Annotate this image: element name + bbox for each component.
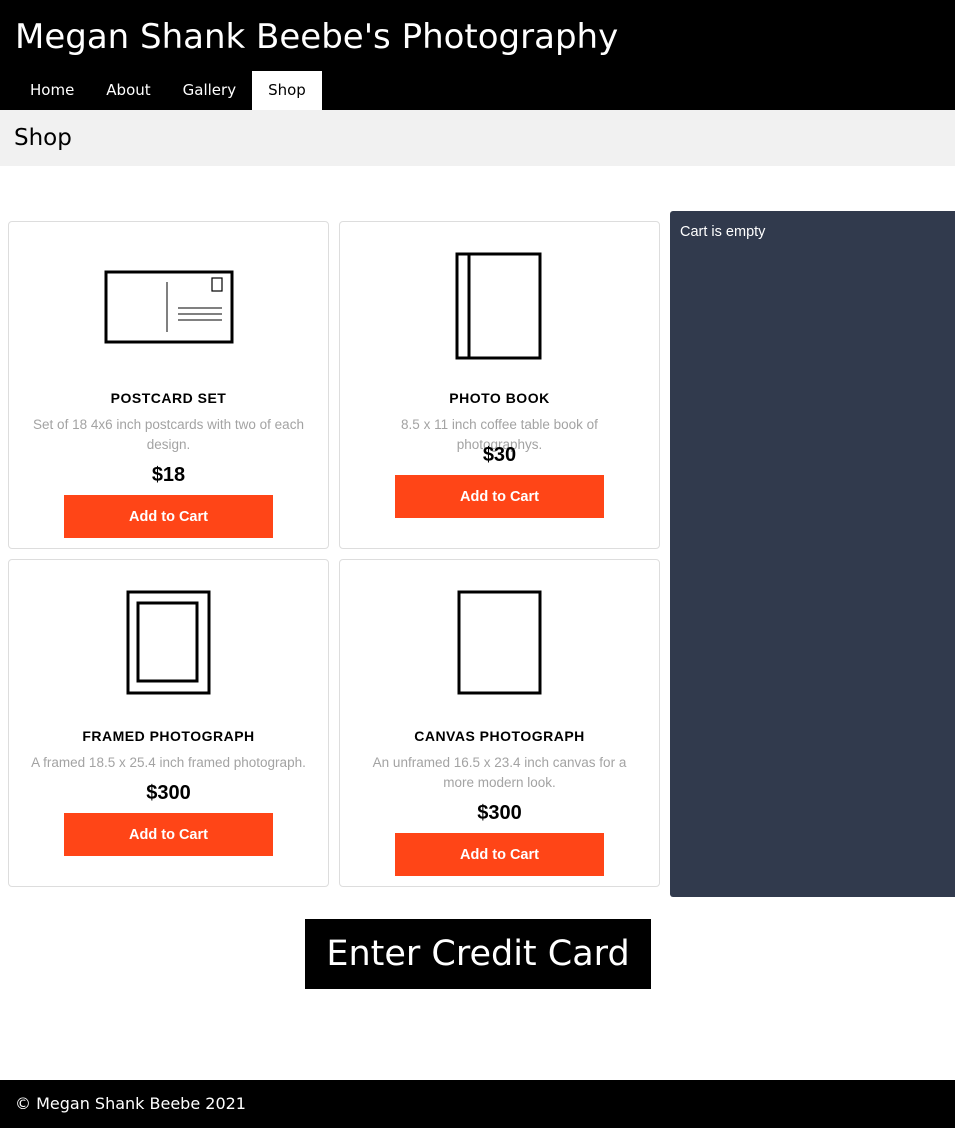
nav-item-gallery[interactable]: Gallery	[167, 71, 252, 110]
product-title: CANVAS PHOTOGRAPH	[414, 728, 585, 744]
product-title: FRAMED PHOTOGRAPH	[82, 728, 255, 744]
photo-book-icon	[340, 252, 659, 360]
nav-item-shop[interactable]: Shop	[252, 71, 322, 110]
product-card-framed-photograph: FRAMED PHOTOGRAPH A framed 18.5 x 25.4 i…	[8, 559, 329, 887]
canvas-icon	[340, 590, 659, 696]
add-to-cart-button[interactable]: Add to Cart	[395, 475, 604, 518]
page-heading-bar: Shop	[0, 110, 955, 166]
nav-item-about[interactable]: About	[90, 71, 166, 110]
postcard-icon	[9, 270, 328, 344]
product-price: $300	[477, 802, 522, 824]
page-title: Shop	[14, 125, 72, 151]
site-footer: © Megan Shank Beebe 2021	[0, 1080, 955, 1128]
enter-credit-card-button[interactable]: Enter Credit Card	[305, 919, 651, 989]
nav-item-home[interactable]: Home	[14, 71, 90, 110]
product-title: POSTCARD SET	[110, 390, 227, 406]
copyright-text: © Megan Shank Beebe 2021	[15, 1094, 246, 1113]
product-description: Set of 18 4x6 inch postcards with two of…	[33, 417, 304, 452]
site-header: Megan Shank Beebe's Photography Home Abo…	[0, 0, 955, 110]
add-to-cart-button[interactable]: Add to Cart	[64, 813, 273, 856]
main-nav: Home About Gallery Shop	[14, 71, 322, 110]
add-to-cart-button[interactable]: Add to Cart	[64, 495, 273, 538]
cart-status: Cart is empty	[680, 224, 766, 240]
site-title: Megan Shank Beebe's Photography	[15, 17, 619, 57]
product-description: An unframed 16.5 x 23.4 inch canvas for …	[372, 755, 627, 790]
product-description: A framed 18.5 x 25.4 inch framed photogr…	[31, 755, 306, 770]
cart-panel: Cart is empty	[670, 211, 955, 897]
framed-photo-icon	[9, 590, 328, 696]
product-price: $30	[482, 444, 517, 466]
product-price: $300	[146, 782, 191, 804]
product-card-postcard-set: POSTCARD SET Set of 18 4x6 inch postcard…	[8, 221, 329, 549]
product-title: PHOTO BOOK	[449, 390, 550, 406]
add-to-cart-button[interactable]: Add to Cart	[395, 833, 604, 876]
product-card-photo-book: PHOTO BOOK 8.5 x 11 inch coffee table bo…	[339, 221, 660, 549]
product-price: $18	[151, 464, 186, 486]
product-card-canvas-photograph: CANVAS PHOTOGRAPH An unframed 16.5 x 23.…	[339, 559, 660, 887]
